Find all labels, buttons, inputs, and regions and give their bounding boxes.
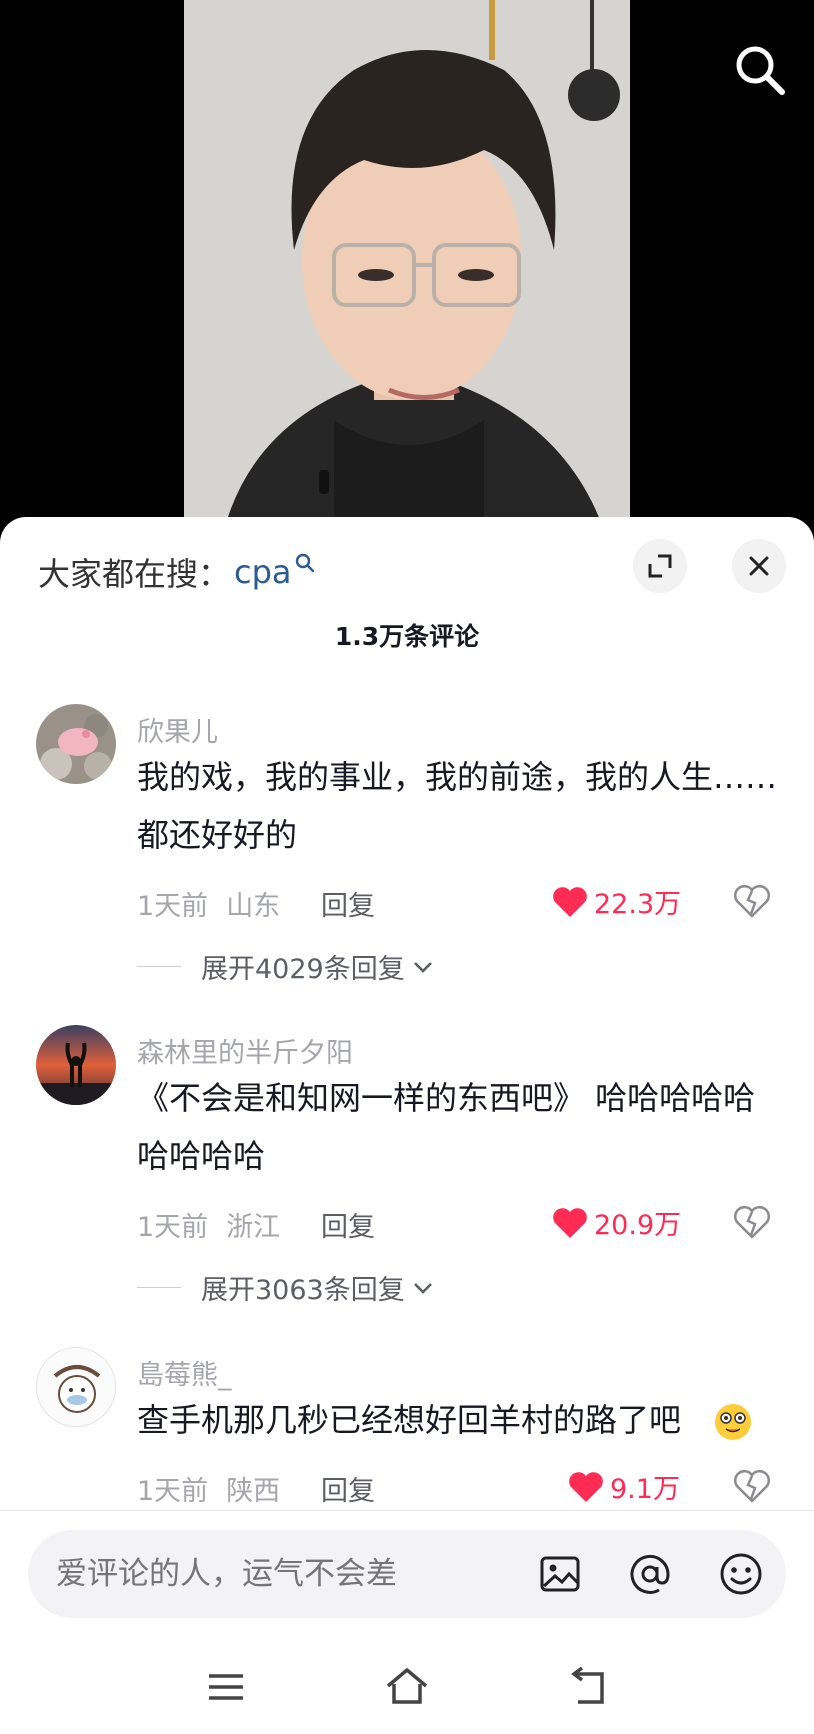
back-icon[interactable] — [566, 1664, 612, 1710]
close-icon — [749, 556, 769, 576]
comment-text[interactable]: 我的戏，我的事业，我的前途，我的人生……都还好好的 — [137, 748, 777, 864]
emoji-icon[interactable] — [717, 1550, 765, 1598]
divider — [137, 1287, 181, 1288]
like-count: 20.9万 — [594, 1210, 682, 1241]
divider — [0, 1510, 814, 1511]
emoji-sticker-icon — [715, 1404, 751, 1440]
comment-input[interactable] — [56, 1530, 526, 1618]
expand-icon — [648, 554, 672, 578]
comment-location: 山东 — [226, 891, 281, 922]
comment-count: 1.3万条评论 — [334, 622, 480, 651]
image-icon[interactable] — [536, 1550, 584, 1598]
comment-location: 浙江 — [226, 1212, 281, 1243]
heart-icon — [553, 1207, 587, 1238]
like-count: 9.1万 — [610, 1474, 680, 1505]
comment-location: 陕西 — [226, 1476, 281, 1507]
dislike-heart-icon[interactable] — [733, 884, 771, 918]
system-navigation-bar — [0, 1640, 814, 1734]
video-frame — [184, 0, 630, 530]
divider — [137, 966, 181, 967]
chevron-down-icon — [413, 961, 432, 973]
dislike-heart-icon[interactable] — [733, 1205, 771, 1239]
search-icon — [295, 553, 314, 573]
avatar[interactable] — [36, 1347, 116, 1427]
expand-replies-label: 展开3063条回复 — [201, 1275, 405, 1306]
reply-button[interactable]: 回复 — [321, 884, 375, 923]
expand-replies-label: 展开4029条回复 — [201, 954, 405, 985]
avatar[interactable] — [36, 704, 116, 784]
hot-search-label: 大家都在搜： — [38, 555, 231, 593]
home-icon[interactable] — [384, 1664, 430, 1710]
comment-time: 1天前 — [137, 1476, 209, 1507]
expand-button[interactable] — [633, 539, 687, 593]
like-button[interactable]: 9.1万 — [568, 1467, 680, 1506]
dislike-heart-icon[interactable] — [733, 1469, 771, 1503]
comment-text[interactable]: 查手机那几秒已经想好回羊村的路了吧 — [137, 1391, 737, 1449]
chevron-down-icon — [413, 1282, 432, 1294]
reply-button[interactable]: 回复 — [321, 1205, 375, 1244]
heart-icon — [553, 886, 587, 917]
expand-replies[interactable]: 展开4029条回复 — [137, 947, 435, 986]
like-count: 22.3万 — [594, 889, 682, 920]
heart-icon — [569, 1471, 603, 1502]
comment-meta: 1天前 陕西 — [137, 1469, 280, 1508]
comment-time: 1天前 — [137, 891, 209, 922]
close-button[interactable] — [732, 539, 786, 593]
comment-text[interactable]: 《不会是和知网一样的东西吧》 哈哈哈哈哈哈哈哈哈 — [137, 1069, 777, 1185]
like-button[interactable]: 20.9万 — [552, 1203, 681, 1242]
hot-search-term[interactable]: cpa — [234, 553, 292, 591]
like-button[interactable]: 22.3万 — [552, 882, 681, 921]
search-icon[interactable] — [730, 40, 790, 100]
comment-username[interactable]: 島莓熊_ — [137, 1353, 232, 1392]
comment-username[interactable]: 森林里的半斤夕阳 — [137, 1031, 353, 1070]
video-person-image — [184, 0, 630, 530]
comment-meta: 1天前 山东 — [137, 884, 280, 923]
expand-replies[interactable]: 展开3063条回复 — [137, 1268, 435, 1307]
comment-input-bar — [28, 1530, 786, 1618]
video-player[interactable] — [0, 0, 814, 530]
comment-meta: 1天前 浙江 — [137, 1205, 280, 1244]
comment-time: 1天前 — [137, 1212, 209, 1243]
menu-icon[interactable] — [203, 1664, 249, 1710]
at-icon[interactable] — [626, 1550, 674, 1598]
hot-search-bar[interactable]: 大家都在搜： cpa — [38, 547, 316, 597]
avatar[interactable] — [36, 1025, 116, 1105]
comment-username[interactable]: 欣果儿 — [137, 710, 218, 749]
reply-button[interactable]: 回复 — [321, 1469, 375, 1508]
